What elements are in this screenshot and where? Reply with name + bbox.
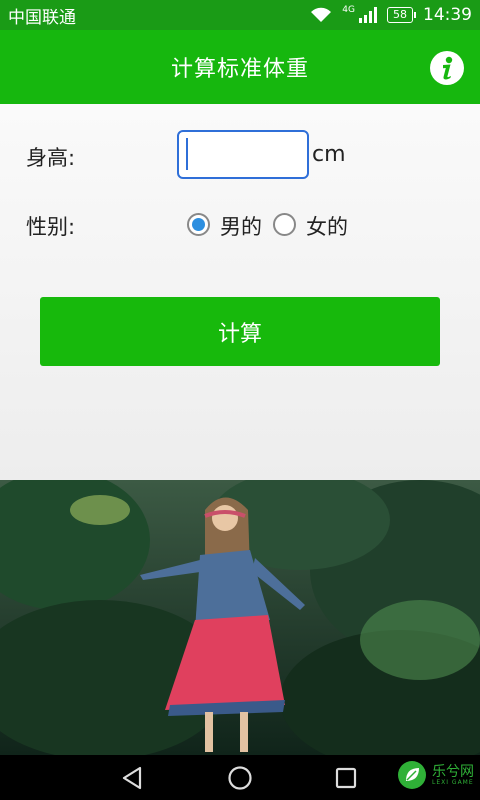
info-icon [443, 56, 453, 80]
recent-apps-icon[interactable] [331, 763, 361, 793]
male-radio-label[interactable]: 男的 [220, 211, 262, 241]
height-unit: cm [312, 142, 346, 167]
action-bar: 计算标准体重 [0, 30, 480, 104]
text-cursor [186, 138, 188, 170]
clock: 14:39 [423, 5, 472, 25]
female-radio[interactable] [273, 213, 296, 236]
gender-label: 性别: [26, 215, 76, 239]
home-icon[interactable] [225, 763, 255, 793]
girl-in-forest-image [0, 480, 480, 755]
network-type: 4G [342, 5, 355, 15]
signal-icon [359, 7, 377, 23]
watermark-title: 乐兮网 [432, 763, 474, 780]
watermark-subtitle: LEXI GAME [432, 778, 474, 786]
watermark-text: 乐兮网 LEXI GAME [432, 765, 474, 786]
background-photo [0, 480, 480, 755]
watermark: 乐兮网 LEXI GAME [396, 759, 474, 791]
battery-icon: 58 [387, 7, 416, 23]
height-input[interactable] [177, 130, 309, 179]
info-button[interactable] [430, 51, 464, 85]
height-label: 身高: [26, 146, 76, 170]
leaf-logo-icon [398, 761, 426, 789]
status-bar: 中国联通 4G 58 14:39 [0, 0, 480, 30]
back-icon[interactable] [118, 763, 148, 793]
wifi-icon [311, 7, 332, 22]
status-icons: 4G 58 14:39 [310, 5, 472, 25]
male-radio[interactable] [187, 213, 210, 236]
navigation-bar: 乐兮网 LEXI GAME [0, 755, 480, 800]
calculate-button[interactable]: 计算 [40, 297, 440, 366]
page-title: 计算标准体重 [170, 57, 309, 82]
female-radio-label[interactable]: 女的 [306, 211, 348, 241]
carrier-name: 中国联通 [8, 7, 76, 28]
form-area: 身高: cm 性别: 男的 女的 计算 [0, 104, 480, 480]
